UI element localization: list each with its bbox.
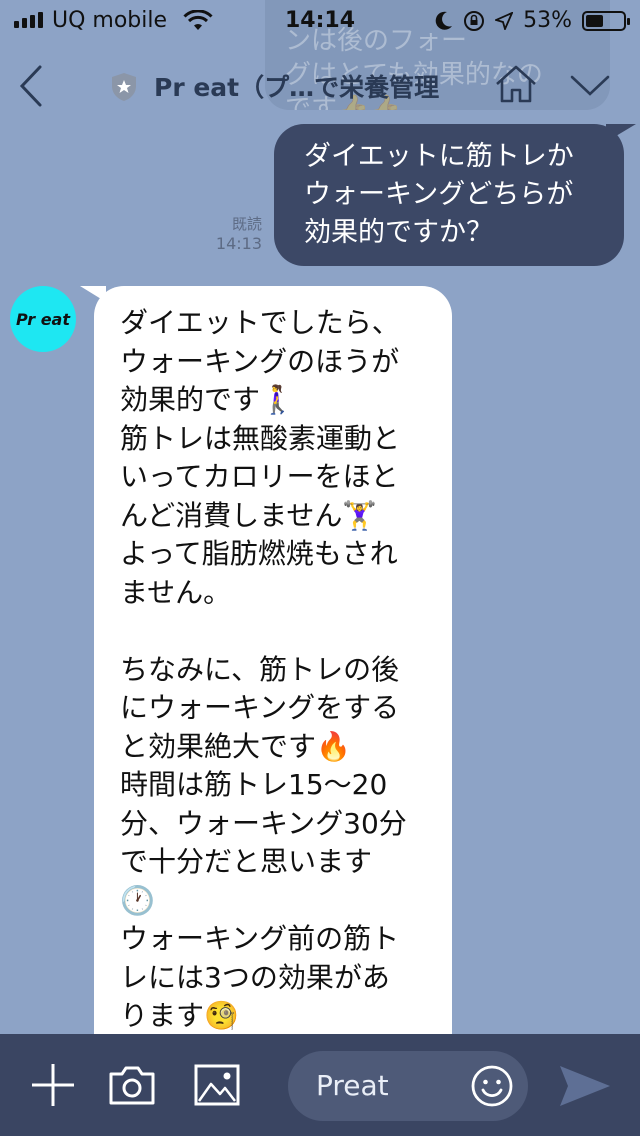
read-label: 既読 <box>231 215 262 233</box>
image-icon[interactable] <box>194 1064 240 1106</box>
status-bar: UQ mobile 14:14 53% <box>0 0 640 44</box>
location-arrow-icon <box>495 11 514 30</box>
send-icon[interactable] <box>558 1064 612 1108</box>
shield-icon <box>112 73 136 101</box>
chat-title[interactable]: Pr eat（プ…で栄養管理 <box>154 68 454 104</box>
rotation-lock-icon <box>464 10 485 31</box>
moon-icon <box>435 11 453 30</box>
smiley-icon[interactable] <box>470 1064 514 1108</box>
sent-time: 14:13 <box>215 234 262 253</box>
chevron-down-icon[interactable] <box>570 74 610 98</box>
avatar[interactable]: Pr eat <box>10 286 76 352</box>
chat-header: Pr eat（プ…で栄養管理 <box>0 44 640 128</box>
read-receipt: 既読 14:13 <box>212 214 262 254</box>
home-icon[interactable] <box>494 64 538 104</box>
camera-icon[interactable] <box>108 1064 156 1106</box>
received-message-text: ダイエットでしたら、 ウォーキングのほうが 効果的です🚶‍♀️ 筋トレは無酸素運… <box>120 306 407 1046</box>
battery-icon <box>582 10 630 31</box>
sent-message-bubble[interactable]: ダイエットに筋トレか ウォーキングどちらが 効果的ですか？ <box>274 124 624 266</box>
plus-icon[interactable] <box>30 1062 76 1108</box>
input-bar: Preat <box>0 1034 640 1136</box>
received-message-bubble[interactable]: ダイエットでしたら、 ウォーキングのほうが 効果的です🚶‍♀️ 筋トレは無酸素運… <box>94 286 452 1046</box>
back-chevron-icon[interactable] <box>14 64 48 108</box>
avatar-label: Pr eat <box>16 309 70 329</box>
message-input-value: Preat <box>316 1069 389 1102</box>
battery-level <box>586 14 604 27</box>
sent-message-text: ダイエットに筋トレか ウォーキングどちらが 効果的ですか？ <box>304 141 574 248</box>
battery-percent: 53% <box>523 8 572 33</box>
